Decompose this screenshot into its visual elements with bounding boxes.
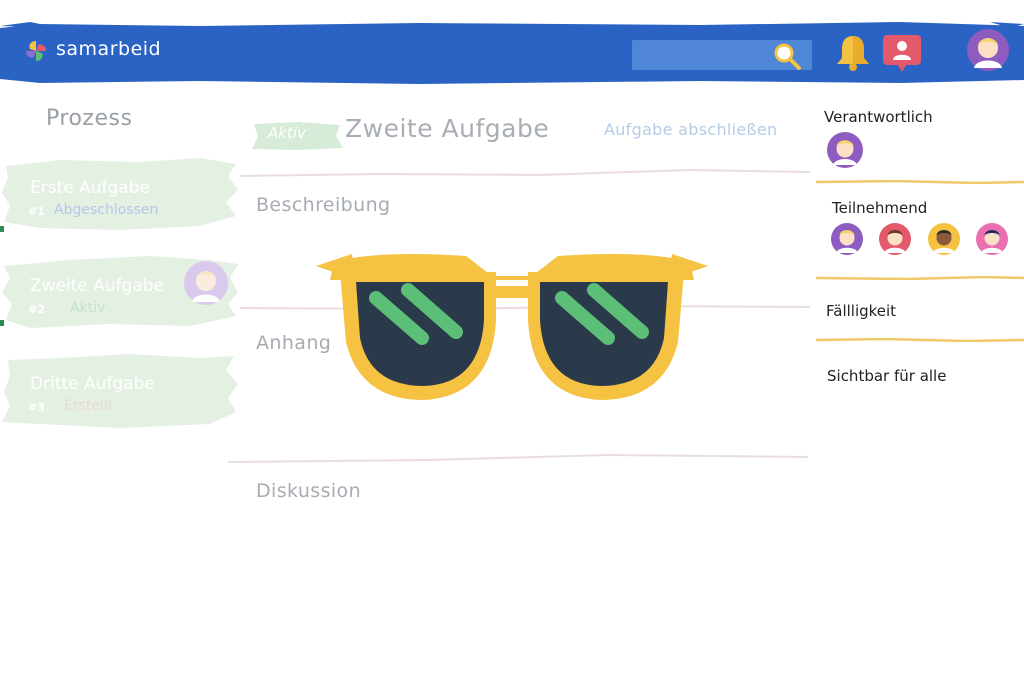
- yellow-divider: [816, 180, 1024, 184]
- task-card-1[interactable]: Erste Aufgabe #1 Abgeschlossen: [0, 156, 240, 232]
- due-date-label[interactable]: Fällligkeit: [826, 302, 896, 320]
- participant-avatar[interactable]: [830, 222, 864, 256]
- section-description[interactable]: Beschreibung: [256, 194, 390, 216]
- task-card-3[interactable]: Dritte Aufgabe #3 Erstellt: [0, 352, 240, 428]
- task-name: Erste Aufgabe: [30, 178, 150, 198]
- search-icon[interactable]: [772, 41, 802, 71]
- sunglasses-icon: [316, 254, 708, 400]
- divider: [228, 453, 808, 463]
- yellow-divider: [816, 338, 1024, 342]
- task-status: Aktiv: [70, 300, 106, 316]
- divider: [240, 168, 810, 177]
- task-number: #1: [28, 205, 45, 218]
- participant-avatar[interactable]: [878, 222, 912, 256]
- task-title: Zweite Aufgabe: [345, 114, 550, 143]
- task-card-edge: [0, 226, 4, 232]
- task-assignee-avatar: [184, 261, 228, 305]
- bell-icon[interactable]: [834, 32, 872, 74]
- task-status: Abgeschlossen: [54, 202, 159, 218]
- complete-task-button[interactable]: Aufgabe abschließen: [604, 120, 778, 139]
- top-bar: samarbeid: [0, 22, 1024, 84]
- responsible-avatar[interactable]: [826, 131, 864, 169]
- process-title: Prozess: [46, 106, 133, 131]
- task-name: Zweite Aufgabe: [30, 276, 165, 296]
- participant-avatar[interactable]: [927, 222, 961, 256]
- visibility-label[interactable]: Sichtbar für alle: [827, 367, 946, 385]
- participants-label: Teilnehmend: [832, 199, 928, 217]
- responsible-label: Verantwortlich: [824, 108, 933, 126]
- task-number: #2: [28, 303, 45, 316]
- task-card-edge: [0, 320, 4, 326]
- task-card-2[interactable]: Zweite Aufgabe #2 Aktiv: [0, 254, 240, 330]
- participant-avatar[interactable]: [975, 222, 1009, 256]
- app-name[interactable]: samarbeid: [56, 38, 161, 60]
- section-discussion[interactable]: Diskussion: [256, 480, 361, 502]
- logo-icon[interactable]: [24, 39, 48, 63]
- task-name: Dritte Aufgabe: [30, 374, 155, 394]
- task-status-label: Aktiv: [268, 124, 306, 142]
- profile-badge-icon[interactable]: [882, 34, 922, 74]
- task-number: #3: [28, 401, 45, 414]
- task-status: Erstellt: [64, 398, 114, 414]
- yellow-divider: [816, 276, 1024, 280]
- user-avatar[interactable]: [966, 28, 1010, 72]
